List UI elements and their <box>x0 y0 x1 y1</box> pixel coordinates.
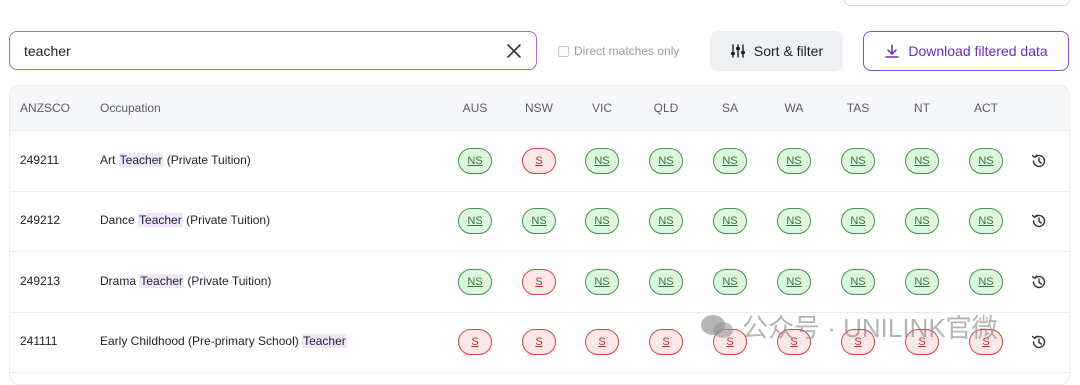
status-badge-nt[interactable]: NS <box>905 208 939 234</box>
occupation-text-post: (Private Tuition) <box>163 153 251 167</box>
status-badge-vic[interactable]: NS <box>585 269 619 295</box>
column-header-qld[interactable]: QLD <box>654 101 679 115</box>
search-match-highlight: Teacher <box>118 153 164 167</box>
status-badge-tas[interactable]: NS <box>841 148 875 174</box>
status-badge-vic[interactable]: NS <box>585 148 619 174</box>
search-match-highlight: Teacher <box>139 274 185 288</box>
status-badge-nt[interactable]: NS <box>905 269 939 295</box>
download-label: Download filtered data <box>908 43 1048 59</box>
status-badge-act[interactable]: NS <box>969 269 1003 295</box>
column-header-vic[interactable]: VIC <box>592 101 612 115</box>
status-badge-sa[interactable]: NS <box>713 148 747 174</box>
column-header-occupation[interactable]: Occupation <box>100 101 161 115</box>
occupation-name[interactable]: Drama Teacher (Private Tuition) <box>100 274 271 288</box>
occupation-text-pre: Dance <box>100 213 139 227</box>
table-header: ANZSCO Occupation AUS NSW VIC QLD SA WA TAS NT ACT <box>10 86 1069 131</box>
occupation-text-pre: Drama <box>100 274 140 288</box>
search-match-highlight: Teacher <box>302 334 347 348</box>
history-icon[interactable] <box>1030 212 1048 230</box>
download-icon <box>885 44 900 58</box>
column-header-nt[interactable]: NT <box>914 101 930 115</box>
status-badge-nsw[interactable]: NS <box>522 208 556 234</box>
status-badge-nsw[interactable]: S <box>522 269 556 295</box>
status-badge-nsw[interactable]: S <box>522 329 556 355</box>
direct-matches-label: Direct matches only <box>574 44 680 58</box>
column-header-tas[interactable]: TAS <box>847 101 869 115</box>
top-right-control[interactable] <box>843 0 1071 6</box>
occupation-name[interactable]: Dance Teacher (Private Tuition) <box>100 213 270 227</box>
status-badge-wa[interactable]: NS <box>777 269 811 295</box>
status-badge-act[interactable]: NS <box>969 208 1003 234</box>
direct-matches-checkbox[interactable] <box>558 45 569 57</box>
history-icon[interactable] <box>1030 333 1048 351</box>
sort-filter-button[interactable]: Sort & filter <box>710 31 843 71</box>
direct-matches-toggle[interactable]: Direct matches only <box>558 44 679 58</box>
anzsco-code: 249212 <box>20 213 61 227</box>
wechat-icon <box>701 314 733 338</box>
occupation-text-pre: Art <box>100 153 119 167</box>
status-badge-wa[interactable]: NS <box>777 208 811 234</box>
table-row[interactable]: 249211 Art Teacher (Private Tuition) NS S NS… <box>10 131 1069 192</box>
anzsco-code: 249211 <box>20 153 60 167</box>
status-badge-sa[interactable]: NS <box>713 208 747 234</box>
status-badge-qld[interactable]: NS <box>649 148 683 174</box>
column-header-sa[interactable]: SA <box>722 101 738 115</box>
status-badge-qld[interactable]: S <box>649 329 683 355</box>
status-badge-vic[interactable]: NS <box>585 208 619 234</box>
occupation-text-post: (Private Tuition) <box>182 213 271 227</box>
table-row[interactable]: 249213 Drama Teacher (Private Tuition) NS S… <box>10 252 1069 313</box>
column-header-code[interactable]: ANZSCO <box>20 101 70 115</box>
sliders-icon <box>730 44 745 58</box>
occupation-text-pre: Early Childhood (Pre-primary School) <box>100 334 303 348</box>
occupation-text-post: (Private Tuition) <box>184 274 272 288</box>
status-badge-tas[interactable]: NS <box>841 269 875 295</box>
column-header-aus[interactable]: AUS <box>463 101 488 115</box>
history-icon[interactable] <box>1030 273 1048 291</box>
status-badge-aus[interactable]: NS <box>458 208 492 234</box>
status-badge-tas[interactable]: NS <box>841 208 875 234</box>
anzsco-code: 249213 <box>20 274 61 288</box>
column-header-act[interactable]: ACT <box>974 101 998 115</box>
search-input[interactable] <box>22 41 486 60</box>
status-badge-qld[interactable]: NS <box>649 208 683 234</box>
close-icon[interactable] <box>504 41 524 61</box>
status-badge-nsw[interactable]: S <box>522 148 556 174</box>
watermark: 公众号 · UNILINK官微 <box>700 308 998 345</box>
table-row[interactable]: 249212 Dance Teacher (Private Tuition) NS N… <box>10 191 1069 252</box>
download-filtered-button[interactable]: Download filtered data <box>863 31 1069 71</box>
status-badge-wa[interactable]: NS <box>777 148 811 174</box>
occupation-name[interactable]: Early Childhood (Pre-primary School) Tea… <box>100 334 347 348</box>
status-badge-qld[interactable]: NS <box>649 269 683 295</box>
status-badge-aus[interactable]: NS <box>458 148 492 174</box>
status-badge-vic[interactable]: S <box>585 329 619 355</box>
search-match-highlight: Teacher <box>138 213 183 227</box>
status-badge-aus[interactable]: NS <box>458 269 492 295</box>
status-badge-sa[interactable]: NS <box>713 269 747 295</box>
status-badge-aus[interactable]: S <box>458 329 492 355</box>
sort-filter-label: Sort & filter <box>753 43 824 59</box>
anzsco-code: 241111 <box>20 334 58 348</box>
column-header-nsw[interactable]: NSW <box>525 101 553 115</box>
watermark-text: 公众号 · UNILINK官微 <box>742 313 998 343</box>
history-icon[interactable] <box>1030 152 1048 170</box>
status-badge-act[interactable]: NS <box>969 148 1003 174</box>
search-box[interactable] <box>9 31 537 70</box>
column-header-wa[interactable]: WA <box>785 101 804 115</box>
occupation-name[interactable]: Art Teacher (Private Tuition) <box>100 153 251 167</box>
status-badge-nt[interactable]: NS <box>905 148 939 174</box>
